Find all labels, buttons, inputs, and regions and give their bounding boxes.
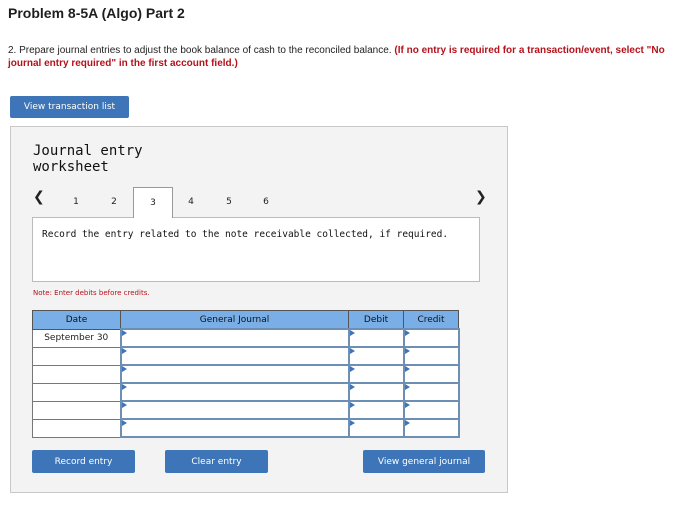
col-credit: Credit (403, 310, 459, 330)
entry-prompt-box: Record the entry related to the note rec… (32, 217, 480, 282)
instructions: 2. Prepare journal entries to adjust the… (8, 44, 688, 70)
worksheet-title-line2: worksheet (33, 159, 109, 175)
clear-entry-button[interactable]: Clear entry (165, 450, 268, 473)
col-date: Date (32, 310, 121, 330)
date-cell: September 30 (32, 328, 121, 348)
record-entry-button[interactable]: Record entry (32, 450, 135, 473)
tab-4[interactable]: 4 (172, 187, 210, 216)
credit-input[interactable] (402, 364, 460, 384)
date-cell (32, 364, 121, 384)
view-general-journal-button[interactable]: View general journal (363, 450, 485, 473)
tab-2[interactable]: 2 (95, 187, 133, 216)
tab-6[interactable]: 6 (247, 187, 285, 216)
account-input[interactable] (119, 364, 350, 384)
table-row: September 30 (32, 328, 460, 348)
col-general-journal: General Journal (120, 310, 349, 330)
worksheet-title: Journal entry worksheet (33, 143, 143, 175)
journal-entry-worksheet-panel: Journal entry worksheet ❮ 1 2 3 4 5 6 ❯ … (10, 126, 508, 493)
account-input[interactable] (119, 382, 350, 402)
date-cell (32, 382, 121, 402)
account-input[interactable] (119, 328, 350, 348)
table-row (32, 346, 460, 366)
view-transaction-list-button[interactable]: View transaction list (10, 96, 129, 118)
debits-note: Note: Enter debits before credits. (33, 289, 150, 297)
tab-3[interactable]: 3 (133, 187, 173, 218)
worksheet-title-line1: Journal entry (33, 143, 143, 159)
date-cell (32, 346, 121, 366)
credit-input[interactable] (402, 328, 460, 348)
debit-input[interactable] (347, 382, 405, 402)
debit-input[interactable] (347, 364, 405, 384)
credit-input[interactable] (402, 382, 460, 402)
date-cell (32, 418, 121, 438)
date-cell (32, 400, 121, 420)
chevron-left-icon[interactable]: ❮ (33, 189, 45, 205)
debit-input[interactable] (347, 346, 405, 366)
table-row (32, 364, 460, 384)
credit-input[interactable] (402, 418, 460, 438)
tab-1[interactable]: 1 (57, 187, 95, 216)
debit-input[interactable] (347, 418, 405, 438)
col-debit: Debit (348, 310, 404, 330)
table-row (32, 418, 460, 438)
journal-table: Date General Journal Debit Credit Septem… (32, 310, 460, 438)
account-input[interactable] (119, 346, 350, 366)
debit-input[interactable] (347, 400, 405, 420)
tab-5[interactable]: 5 (210, 187, 248, 216)
table-row (32, 400, 460, 420)
debit-input[interactable] (347, 328, 405, 348)
chevron-right-icon[interactable]: ❯ (475, 189, 487, 205)
account-input[interactable] (119, 400, 350, 420)
instruction-text: 2. Prepare journal entries to adjust the… (8, 45, 392, 56)
credit-input[interactable] (402, 400, 460, 420)
entry-prompt: Record the entry related to the note rec… (42, 229, 449, 240)
credit-input[interactable] (402, 346, 460, 366)
table-row (32, 382, 460, 402)
account-input[interactable] (119, 418, 350, 438)
page-title: Problem 8-5A (Algo) Part 2 (8, 5, 185, 21)
